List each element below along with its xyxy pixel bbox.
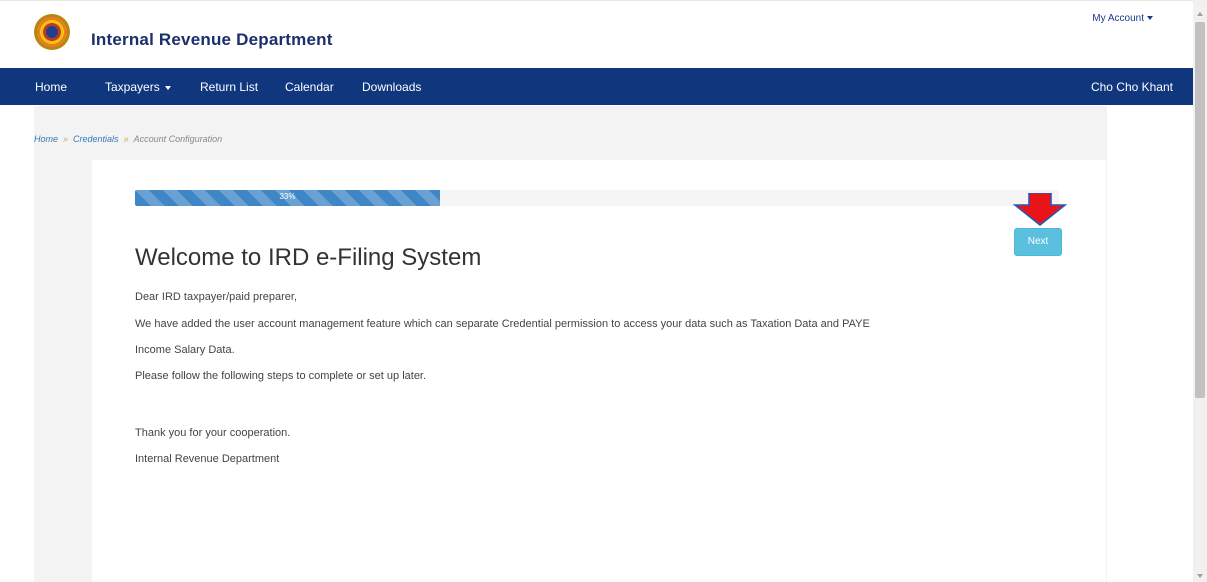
page-scrollbar[interactable] xyxy=(1193,0,1207,582)
nav-user-name[interactable]: Cho Cho Khant xyxy=(1091,80,1173,94)
scroll-up-icon[interactable] xyxy=(1197,12,1203,16)
my-account-menu[interactable]: My Account xyxy=(1092,13,1153,24)
progress-fill: 33% xyxy=(135,190,440,206)
caret-down-icon xyxy=(164,85,171,90)
red-down-arrow-icon xyxy=(1012,193,1068,226)
nav-taxpayers-label: Taxpayers xyxy=(105,80,160,94)
breadcrumb-credentials[interactable]: Credentials xyxy=(73,134,119,144)
signature-text: Internal Revenue Department xyxy=(135,453,280,465)
next-button[interactable]: Next xyxy=(1014,228,1062,256)
scroll-down-icon[interactable] xyxy=(1197,574,1203,578)
breadcrumb-separator: » xyxy=(123,134,129,144)
browser-viewport: Internal Revenue Department My Account H… xyxy=(0,0,1193,582)
scrollbar-thumb[interactable] xyxy=(1195,22,1205,398)
nav-taxpayers[interactable]: Taxpayers xyxy=(105,80,171,94)
nav-home[interactable]: Home xyxy=(35,80,67,94)
breadcrumb-separator: » xyxy=(63,134,69,144)
page-title: Welcome to IRD e-Filing System xyxy=(135,244,482,271)
breadcrumb-home[interactable]: Home xyxy=(34,134,58,144)
site-title[interactable]: Internal Revenue Department xyxy=(91,30,333,50)
caret-down-icon xyxy=(1147,16,1153,21)
body-text-line-2: Income Salary Data. xyxy=(135,344,235,356)
greeting-text: Dear IRD taxpayer/paid preparer, xyxy=(135,291,298,303)
site-header: Internal Revenue Department My Account xyxy=(0,0,1193,68)
progress-label: 33% xyxy=(279,192,296,201)
instruction-text: Please follow the following steps to com… xyxy=(135,370,427,382)
main-navbar: Home Taxpayers Return List Calendar Down… xyxy=(0,68,1193,105)
setup-progress-bar: 33% xyxy=(135,190,1059,206)
breadcrumb: Home » Credentials » Account Configuration xyxy=(34,134,222,144)
my-account-label: My Account xyxy=(1092,13,1144,24)
breadcrumb-current: Account Configuration xyxy=(133,134,223,144)
nav-return-list[interactable]: Return List xyxy=(200,80,258,94)
body-text-line-1: We have added the user account managemen… xyxy=(135,318,870,330)
ird-logo-icon[interactable] xyxy=(34,14,70,50)
nav-downloads[interactable]: Downloads xyxy=(362,80,421,94)
thanks-text: Thank you for your cooperation. xyxy=(135,427,291,439)
nav-calendar[interactable]: Calendar xyxy=(285,80,334,94)
